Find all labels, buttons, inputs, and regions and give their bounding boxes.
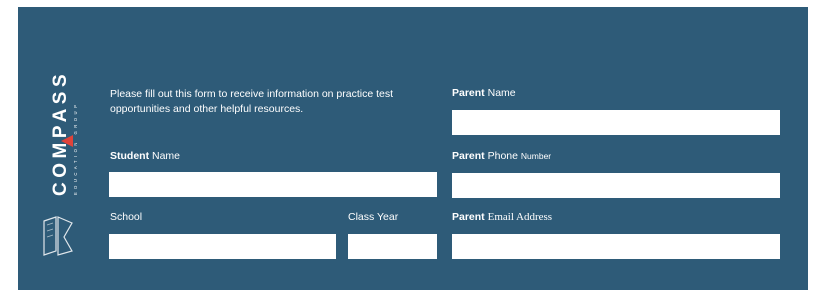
logo-wordmark-text: COMPASS — [50, 70, 71, 196]
class-year-label: Class Year — [348, 211, 399, 223]
open-book-icon — [42, 215, 76, 264]
class-year-input[interactable] — [348, 234, 437, 259]
parent-phone-label-bold: Parent — [452, 150, 485, 162]
parent-name-label: Parent Name — [452, 87, 516, 99]
parent-email-input[interactable] — [452, 234, 780, 259]
student-name-label: Student Name — [110, 150, 180, 162]
school-label: School — [110, 211, 143, 223]
compass-logo: COMPASS EDUCATION GROUP — [40, 70, 96, 270]
student-name-label-bold: Student — [110, 150, 150, 162]
school-input[interactable] — [109, 234, 336, 259]
parent-phone-label-small: Number — [520, 151, 552, 161]
parent-email-label-rest: Email Address — [487, 211, 553, 223]
form-intro: Please fill out this form to receive inf… — [110, 88, 394, 115]
parent-email-label-bold: Parent — [452, 211, 485, 223]
student-name-input[interactable] — [109, 172, 437, 197]
parent-phone-input[interactable] — [452, 173, 780, 198]
logo-tagline: EDUCATION GROUP — [73, 102, 78, 195]
logo-accent-triangle — [61, 135, 73, 147]
parent-name-input[interactable] — [452, 110, 780, 135]
parent-phone-label: Parent Phone Number — [452, 150, 551, 162]
parent-email-label: Parent Email Address — [452, 211, 552, 223]
parent-phone-label-rest: Phone — [487, 150, 518, 162]
parent-name-label-bold: Parent — [452, 87, 485, 99]
parent-name-label-rest: Name — [487, 87, 516, 99]
student-name-label-rest: Name — [152, 150, 181, 162]
